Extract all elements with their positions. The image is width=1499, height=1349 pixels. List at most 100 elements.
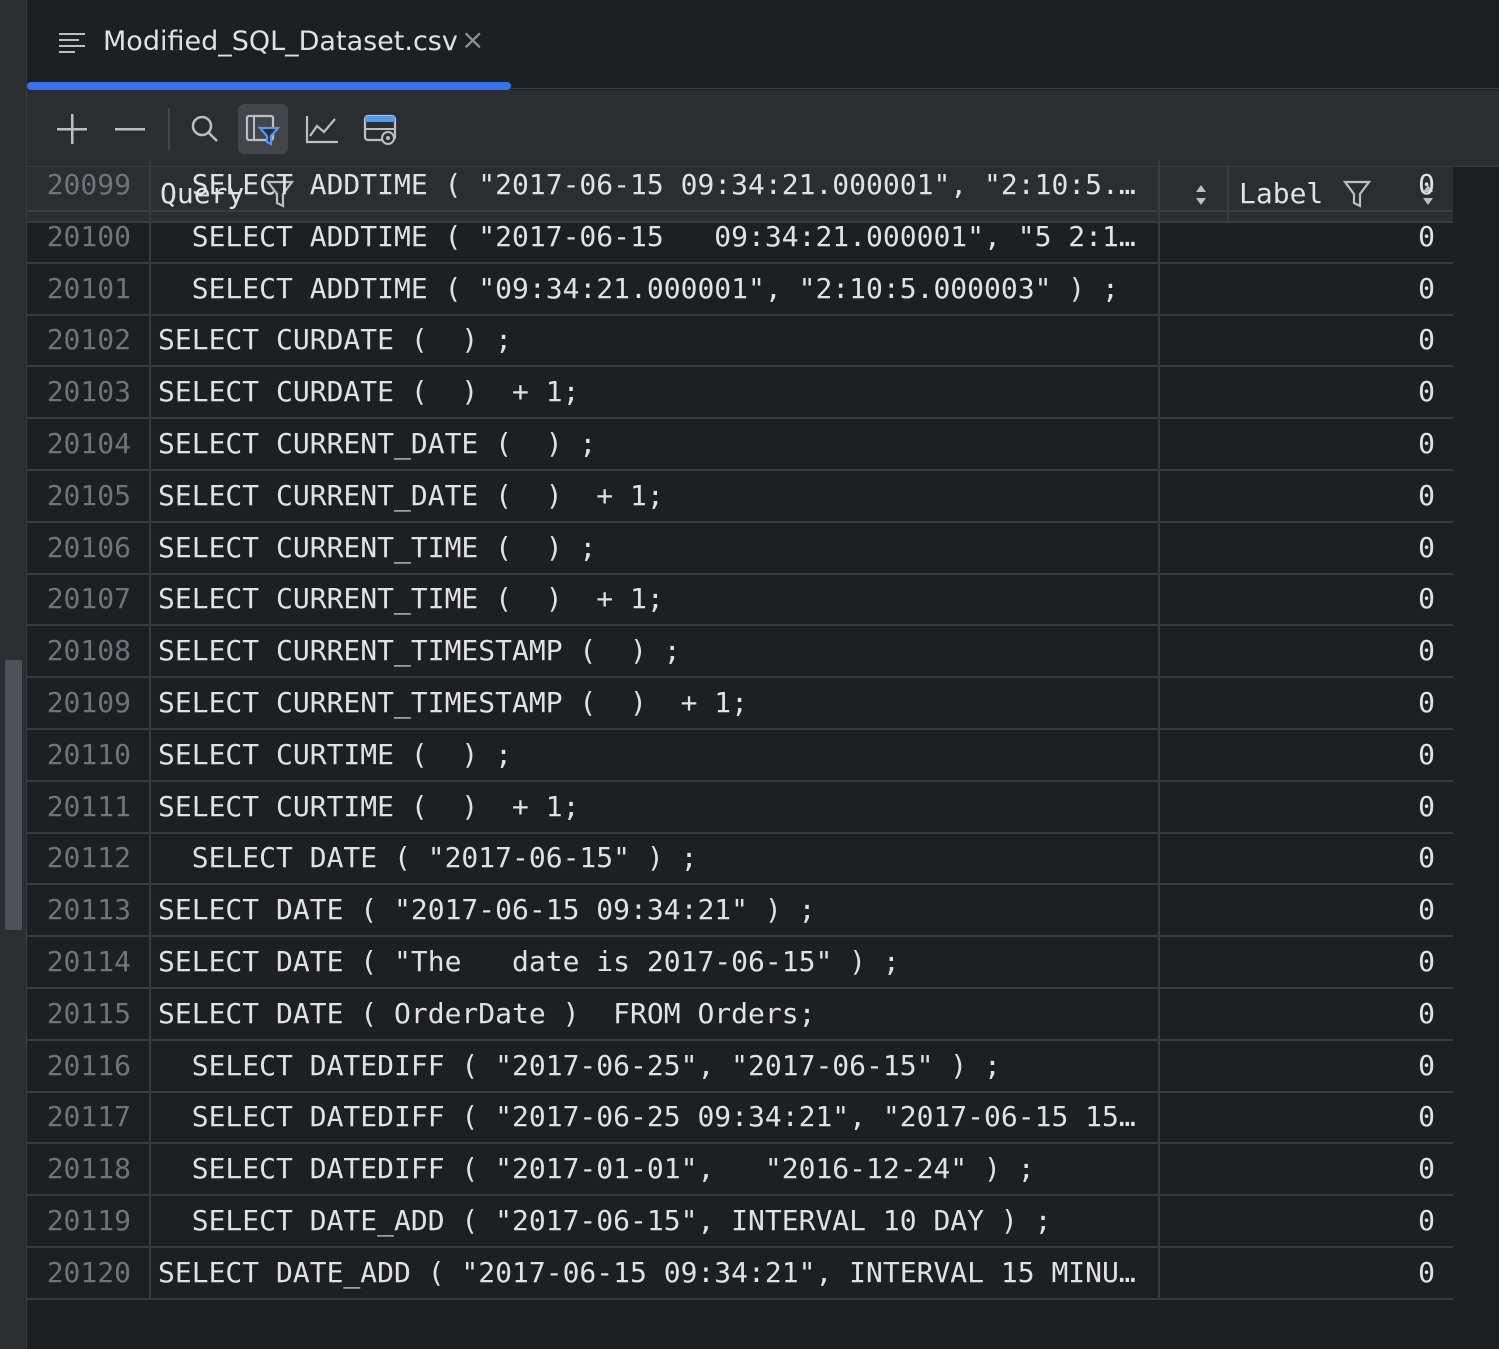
- query-cell[interactable]: SELECT ADDTIME ( "2017-06-15 09:34:21.00…: [150, 211, 1160, 262]
- row-number: 20110: [27, 729, 151, 780]
- table-row[interactable]: 20100 SELECT ADDTIME ( "2017-06-15 09:34…: [27, 211, 1453, 264]
- table-row[interactable]: 20114 SELECT DATE ( "The date is 2017-06-…: [27, 937, 1453, 989]
- query-cell[interactable]: SELECT DATE ( "2017-06-15 09:34:21" ) ;: [150, 885, 1160, 936]
- table-row[interactable]: 20106 SELECT CURRENT_TIME ( ) ; 0: [27, 522, 1453, 575]
- query-cell[interactable]: SELECT CURRENT_DATE ( ) + 1;: [150, 470, 1160, 521]
- table-row[interactable]: 20115 SELECT DATE ( OrderDate ) FROM Orde…: [27, 988, 1453, 1041]
- label-cell[interactable]: 0: [1229, 885, 1453, 935]
- row-number: 20113: [27, 885, 151, 936]
- header-right-padding: [1453, 167, 1499, 221]
- label-cell[interactable]: 0: [1229, 212, 1453, 262]
- view-settings-button[interactable]: [356, 104, 406, 154]
- search-button[interactable]: [180, 104, 230, 154]
- table-row[interactable]: 20112 SELECT DATE ( "2017-06-15" ) ; 0: [27, 833, 1453, 886]
- row-number: 20100: [27, 211, 151, 262]
- label-cell[interactable]: 0: [1229, 626, 1453, 676]
- table-row[interactable]: 20118 SELECT DATEDIFF ( "2017-01-01", "2…: [27, 1144, 1453, 1197]
- table-row[interactable]: 20107 SELECT CURRENT_TIME ( ) + 1; 0: [27, 574, 1453, 627]
- query-cell[interactable]: SELECT DATE ( "The date is 2017-06-15" )…: [150, 937, 1160, 987]
- query-cell[interactable]: SELECT CURRENT_TIMESTAMP ( ) + 1;: [150, 678, 1160, 728]
- query-cell[interactable]: SELECT CURRENT_TIME ( ) + 1;: [150, 574, 1160, 625]
- table-row[interactable]: 20104 SELECT CURRENT_DATE ( ) ; 0: [27, 419, 1453, 471]
- label-cell[interactable]: 0: [1229, 1196, 1453, 1246]
- table-row[interactable]: 20111 SELECT CURTIME ( ) + 1; 0: [27, 781, 1453, 834]
- table-filter-icon: [245, 114, 281, 146]
- table-row[interactable]: 20109 SELECT CURRENT_TIMESTAMP ( ) + 1; 0: [27, 678, 1453, 730]
- query-cell[interactable]: SELECT DATEDIFF ( "2017-06-25", "2017-06…: [150, 1040, 1160, 1091]
- label-cell[interactable]: 0: [1229, 367, 1453, 417]
- query-cell[interactable]: SELECT CURRENT_TIME ( ) ;: [150, 522, 1160, 573]
- table-row[interactable]: 20108 SELECT CURRENT_TIMESTAMP ( ) ; 0: [27, 626, 1453, 679]
- row-number: 20112: [27, 833, 151, 884]
- table-row[interactable]: 20120 SELECT DATE_ADD ( "2017-06-15 09:34…: [27, 1247, 1453, 1300]
- query-cell[interactable]: SELECT ADDTIME ( "2017-06-15 09:34:21.00…: [150, 160, 1160, 210]
- filter-button[interactable]: [238, 104, 288, 154]
- table-view-icon: [363, 114, 397, 145]
- tab-modified-sql-dataset[interactable]: Modified_SQL_Dataset.csv ×: [27, 0, 511, 90]
- row-number: 20105: [27, 470, 151, 521]
- query-cell[interactable]: SELECT DATEDIFF ( "2017-06-25 09:34:21",…: [150, 1092, 1160, 1143]
- table-row[interactable]: 20113 SELECT DATE ( "2017-06-15 09:34:21"…: [27, 885, 1453, 938]
- label-cell[interactable]: 0: [1229, 471, 1453, 521]
- label-cell[interactable]: 0: [1229, 937, 1453, 987]
- row-number: 20115: [27, 988, 151, 1039]
- label-cell[interactable]: 0: [1229, 730, 1453, 780]
- table-row[interactable]: 20103 SELECT CURDATE ( ) + 1; 0: [27, 367, 1453, 420]
- label-cell[interactable]: 0: [1229, 1248, 1453, 1298]
- add-row-button[interactable]: [47, 104, 97, 154]
- label-cell[interactable]: 0: [1229, 678, 1453, 728]
- table-row[interactable]: 20099 SELECT ADDTIME ( "2017-06-15 09:34…: [27, 160, 1453, 212]
- row-number: 20103: [27, 367, 151, 418]
- label-cell[interactable]: 0: [1229, 574, 1453, 624]
- label-cell[interactable]: 0: [1229, 782, 1453, 832]
- table-row[interactable]: 20102 SELECT CURDATE ( ) ; 0: [27, 315, 1453, 368]
- label-cell[interactable]: 0: [1229, 1041, 1453, 1091]
- text-file-icon: [59, 33, 85, 53]
- label-cell[interactable]: 0: [1229, 315, 1453, 365]
- table-row[interactable]: 20110 SELECT CURTIME ( ) ; 0: [27, 729, 1453, 782]
- close-icon[interactable]: ×: [461, 26, 484, 54]
- label-cell[interactable]: 0: [1229, 833, 1453, 883]
- query-cell[interactable]: SELECT DATE_ADD ( "2017-06-15", INTERVAL…: [150, 1196, 1160, 1246]
- label-cell[interactable]: 0: [1229, 989, 1453, 1039]
- query-cell[interactable]: SELECT CURTIME ( ) ;: [150, 729, 1160, 780]
- row-number: 20102: [27, 315, 151, 366]
- table-row[interactable]: 20105 SELECT CURRENT_DATE ( ) + 1; 0: [27, 470, 1453, 523]
- row-number: 20119: [27, 1196, 151, 1246]
- label-cell[interactable]: 0: [1229, 1144, 1453, 1194]
- query-cell[interactable]: SELECT CURDATE ( ) + 1;: [150, 367, 1160, 418]
- query-cell[interactable]: SELECT CURTIME ( ) + 1;: [150, 781, 1160, 832]
- row-number: 20116: [27, 1040, 151, 1091]
- table-row[interactable]: 20119 SELECT DATE_ADD ( "2017-06-15", IN…: [27, 1196, 1453, 1248]
- gutter-scrollbar-thumb[interactable]: [5, 660, 22, 930]
- label-cell[interactable]: 0: [1229, 419, 1453, 469]
- query-cell[interactable]: SELECT DATEDIFF ( "2017-01-01", "2016-12…: [150, 1144, 1160, 1195]
- chart-button[interactable]: [297, 104, 347, 154]
- label-cell[interactable]: 0: [1229, 523, 1453, 573]
- table-row[interactable]: 20116 SELECT DATEDIFF ( "2017-06-25", "2…: [27, 1040, 1453, 1093]
- query-cell[interactable]: SELECT DATE ( "2017-06-15" ) ;: [150, 833, 1160, 884]
- query-cell[interactable]: SELECT CURRENT_TIMESTAMP ( ) ;: [150, 626, 1160, 677]
- label-cell[interactable]: 0: [1229, 1092, 1453, 1142]
- query-cell[interactable]: SELECT ADDTIME ( "09:34:21.000001", "2:1…: [150, 263, 1160, 314]
- query-cell[interactable]: SELECT DATE_ADD ( "2017-06-15 09:34:21",…: [150, 1247, 1160, 1298]
- left-gutter: [0, 0, 27, 1349]
- search-icon: [191, 115, 218, 142]
- row-number: 20101: [27, 263, 151, 314]
- row-number: 20109: [27, 678, 151, 728]
- label-cell[interactable]: 0: [1229, 264, 1453, 314]
- plus-icon: [57, 114, 87, 144]
- remove-row-button[interactable]: [105, 104, 155, 154]
- table-row[interactable]: 20101 SELECT ADDTIME ( "09:34:21.000001"…: [27, 263, 1453, 316]
- row-number: 20120: [27, 1247, 151, 1298]
- table-row[interactable]: 20117 SELECT DATEDIFF ( "2017-06-25 09:3…: [27, 1092, 1453, 1145]
- chart-icon: [305, 116, 338, 144]
- query-cell[interactable]: SELECT CURDATE ( ) ;: [150, 315, 1160, 366]
- label-cell[interactable]: 0: [1229, 160, 1453, 210]
- row-number: 20104: [27, 419, 151, 469]
- row-number: 20114: [27, 937, 151, 987]
- row-number: 20118: [27, 1144, 151, 1195]
- grid-toolbar: [27, 90, 1499, 167]
- query-cell[interactable]: SELECT CURRENT_DATE ( ) ;: [150, 419, 1160, 469]
- query-cell[interactable]: SELECT DATE ( OrderDate ) FROM Orders;: [150, 988, 1160, 1039]
